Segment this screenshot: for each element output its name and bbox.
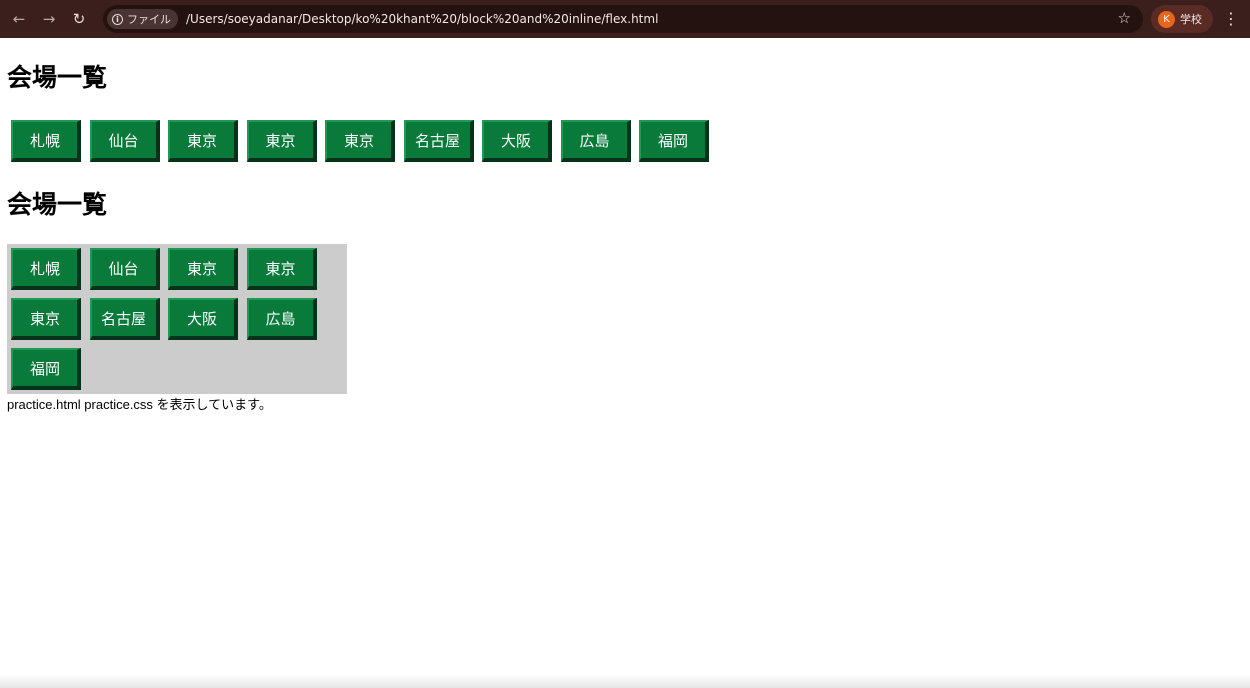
url-text[interactable]: /Users/soeyadanar/Desktop/ko%20khant%20/… [186, 12, 658, 26]
row-venue-button[interactable]: 仙台 [89, 120, 160, 162]
flex-venue-button[interactable]: 大阪 [168, 298, 238, 340]
venue-list-heading-1: 会場一覧 [7, 63, 108, 92]
profile-button[interactable]: K 学校 [1151, 5, 1213, 33]
venue-flex-container: 札幌 仙台 東京 東京 東京 名古屋 大阪 広島 福岡 [7, 244, 347, 394]
flex-venue-button[interactable]: 東京 [168, 248, 238, 290]
profile-name: 学校 [1180, 13, 1202, 26]
venue-button-row: 札幌 仙台 東京 東京 東京 名古屋 大阪 広島 福岡 [11, 120, 709, 162]
page-content: 会場一覧 札幌 仙台 東京 東京 東京 名古屋 大阪 広島 福岡 会場一覧 札幌 仙台 東京 東京 東京… [0, 38, 1250, 688]
reload-icon[interactable]: ↻ [68, 8, 90, 30]
info-icon: i [112, 13, 123, 25]
forward-arrow-icon[interactable]: → [38, 8, 60, 30]
page-caption: practice.html practice.css を表示しています。 [7, 397, 272, 412]
flex-venue-button[interactable]: 東京 [11, 298, 81, 340]
bookmark-star-icon[interactable]: ☆ [1118, 9, 1131, 27]
row-venue-button[interactable]: 東京 [246, 120, 317, 162]
flex-venue-button[interactable]: 名古屋 [89, 298, 160, 340]
flex-venue-button[interactable]: 東京 [246, 248, 317, 290]
row-venue-button[interactable]: 名古屋 [403, 120, 474, 162]
back-arrow-icon[interactable]: ← [8, 8, 30, 30]
row-venue-button[interactable]: 東京 [325, 120, 395, 162]
flex-venue-button[interactable]: 仙台 [89, 248, 160, 290]
row-venue-button[interactable]: 大阪 [482, 120, 552, 162]
row-venue-button[interactable]: 東京 [168, 120, 238, 162]
venue-list-heading-2: 会場一覧 [7, 190, 108, 219]
row-venue-button[interactable]: 広島 [560, 120, 631, 162]
site-info-label: ファイル [127, 13, 171, 26]
flex-venue-button[interactable]: 広島 [246, 298, 317, 340]
row-venue-button[interactable]: 札幌 [11, 120, 81, 162]
site-info-chip[interactable]: i ファイル [107, 9, 178, 29]
browser-toolbar: ← → ↻ i ファイル /Users/soeyadanar/Desktop/k… [0, 0, 1250, 38]
flex-venue-button[interactable]: 福岡 [11, 348, 81, 390]
flex-venue-button[interactable]: 札幌 [11, 248, 81, 290]
address-bar[interactable]: i ファイル /Users/soeyadanar/Desktop/ko%20kh… [103, 5, 1143, 33]
row-venue-button[interactable]: 福岡 [639, 120, 709, 162]
more-menu-icon[interactable]: ⋮ [1222, 9, 1240, 29]
avatar: K [1158, 10, 1175, 28]
window-bottom-shadow [0, 674, 1250, 688]
